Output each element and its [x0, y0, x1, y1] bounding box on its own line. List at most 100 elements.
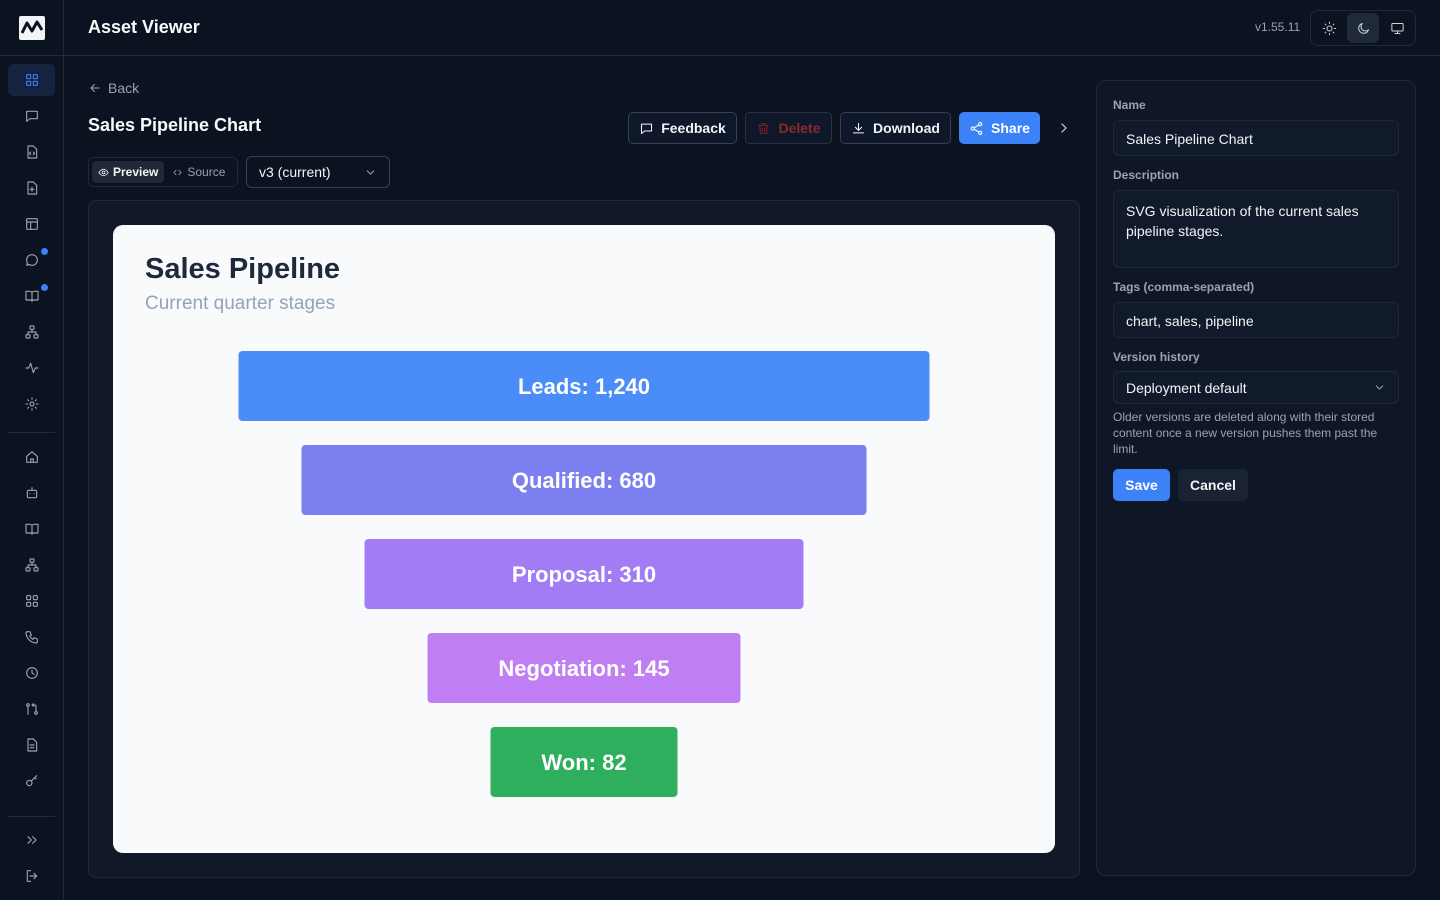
nav-chat[interactable] — [8, 244, 55, 276]
share-icon — [970, 121, 983, 135]
nav-settings[interactable] — [8, 388, 55, 420]
expand-sidebar-button[interactable] — [8, 824, 55, 856]
apps-grid-icon — [25, 595, 38, 607]
funnel-stage-label: Leads: 1,240 — [518, 374, 650, 399]
rail-divider — [8, 432, 55, 433]
save-button[interactable]: Save — [1113, 469, 1170, 501]
nav-docs[interactable] — [8, 280, 55, 312]
left-rail — [0, 0, 64, 900]
file-plus-icon — [26, 181, 37, 195]
toggle-panel-button[interactable] — [1056, 120, 1072, 136]
nav-keys[interactable] — [8, 765, 55, 797]
logout-button[interactable] — [8, 860, 55, 892]
funnel-chart: Leads: 1,240 Qualified: 680 Proposal: 310 N… — [238, 351, 930, 797]
theme-dark-button[interactable] — [1347, 13, 1379, 43]
nav-bots[interactable] — [8, 477, 55, 509]
theme-light-button[interactable] — [1313, 13, 1345, 43]
git-compare-icon — [25, 703, 38, 715]
nav-table[interactable] — [8, 208, 55, 240]
tab-preview[interactable]: Preview — [92, 161, 165, 183]
bot-icon — [26, 487, 37, 499]
description-label: Description — [1113, 168, 1180, 182]
nav-documents[interactable] — [8, 729, 55, 761]
chevron-right-icon — [1061, 123, 1067, 133]
message-square-icon — [25, 110, 38, 122]
sun-icon — [1322, 21, 1336, 35]
download-label: Download — [873, 120, 940, 136]
nav-workflows[interactable] — [8, 549, 55, 581]
rail-divider — [8, 816, 55, 817]
feedback-label: Feedback — [661, 120, 726, 136]
delete-button[interactable]: Delete — [745, 112, 832, 144]
funnel-stage-label: Won: 82 — [541, 750, 626, 775]
notification-dot — [41, 248, 48, 255]
clock-icon — [25, 667, 38, 679]
network-icon — [24, 325, 39, 339]
gear-icon — [24, 397, 39, 411]
version-history-label: Version history — [1113, 350, 1200, 364]
message-square-icon — [641, 123, 653, 134]
tags-field[interactable]: chart, sales, pipeline — [1113, 302, 1399, 338]
theme-switcher — [1310, 10, 1416, 46]
phone-icon — [24, 631, 38, 644]
tags-label: Tags (comma-separated) — [1113, 280, 1255, 294]
home-icon — [25, 451, 38, 463]
share-button[interactable]: Share — [959, 112, 1040, 144]
sitemap-icon — [24, 558, 39, 572]
version-label: v1.55.11 — [1255, 20, 1301, 34]
app-title: Asset Viewer — [88, 17, 200, 37]
name-field[interactable]: Sales Pipeline Chart — [1113, 120, 1399, 156]
version-history-hint: Older versions are deleted along with th… — [1113, 410, 1378, 456]
book-icon — [24, 523, 39, 535]
back-label: Back — [108, 80, 140, 96]
version-history-value: Deployment default — [1126, 379, 1247, 396]
nav-library[interactable] — [8, 513, 55, 545]
details-panel: Name Sales Pipeline Chart Description SV… — [1096, 80, 1416, 876]
code-icon — [173, 169, 182, 175]
nav-apps[interactable] — [8, 585, 55, 617]
nav-history[interactable] — [8, 657, 55, 689]
cancel-button[interactable]: Cancel — [1178, 469, 1248, 501]
nav-pull-requests[interactable] — [8, 693, 55, 725]
page-title: Sales Pipeline Chart — [88, 115, 262, 135]
file-text-icon — [26, 738, 37, 752]
tab-source[interactable]: Source — [166, 161, 231, 183]
nav-new-file[interactable] — [8, 172, 55, 204]
preview-frame: Leads: 1,240 Qualified: 680 Proposal: 310 N… — [88, 200, 1080, 878]
eye-icon — [98, 168, 109, 176]
arrow-left-icon — [90, 83, 100, 93]
back-link[interactable]: Back — [88, 80, 139, 96]
nav-calls[interactable] — [8, 621, 55, 653]
download-button[interactable]: Download — [840, 112, 951, 144]
chart-subtitle: Current quarter stages — [145, 293, 336, 314]
version-select[interactable]: v3 (current) — [246, 156, 390, 188]
chevron-down-icon — [1375, 385, 1384, 390]
nav-activity[interactable] — [8, 352, 55, 384]
table-icon — [25, 218, 38, 230]
app-logo[interactable] — [0, 0, 64, 56]
nav-dashboard[interactable] — [8, 64, 55, 96]
description-field[interactable]: SVG visualization of the current sales p… — [1113, 190, 1399, 268]
funnel-stage-label: Proposal: 310 — [512, 562, 656, 587]
nav-home[interactable] — [8, 441, 55, 473]
grid-icon — [25, 74, 38, 86]
logo-icon — [19, 15, 45, 40]
name-label: Name — [1113, 98, 1146, 112]
logout-icon — [26, 870, 37, 882]
feedback-button[interactable]: Feedback — [628, 112, 737, 144]
monitor-icon — [1390, 22, 1404, 34]
activity-icon — [24, 362, 39, 374]
view-toggle: Preview Source — [88, 157, 238, 187]
file-code-icon — [26, 145, 37, 159]
trash-icon — [758, 122, 770, 134]
theme-system-button[interactable] — [1381, 13, 1413, 43]
notification-dot — [41, 284, 48, 291]
chat-bubble-icon — [25, 254, 38, 266]
funnel-stage-label: Negotiation: 145 — [498, 656, 669, 681]
nav-messages[interactable] — [8, 100, 55, 132]
nav-code-files[interactable] — [8, 136, 55, 168]
version-history-select[interactable]: Deployment default — [1113, 371, 1399, 404]
delete-label: Delete — [778, 120, 821, 136]
chart-title: Sales Pipeline — [145, 253, 341, 285]
nav-network[interactable] — [8, 316, 55, 348]
